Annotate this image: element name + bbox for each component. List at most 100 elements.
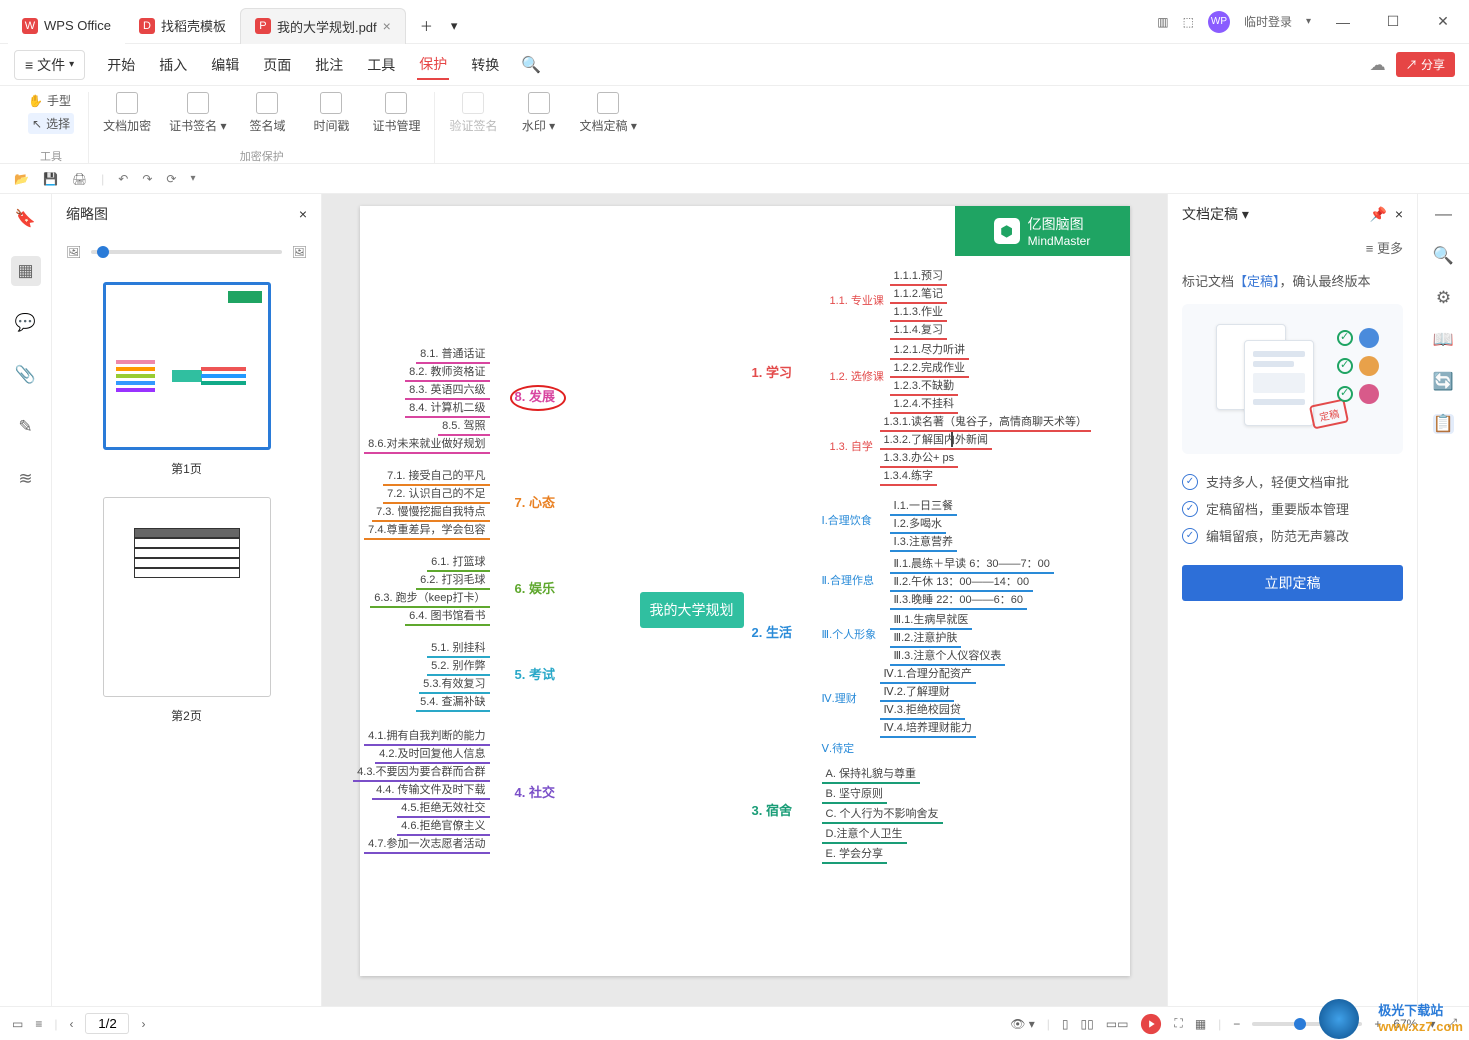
menu-edit[interactable]: 编辑	[209, 51, 241, 79]
page-input[interactable]	[85, 1013, 129, 1034]
search-icon[interactable]: 🔍	[521, 55, 541, 75]
convert-icon[interactable]: 🔄	[1433, 372, 1454, 392]
watermark-icon	[528, 92, 550, 114]
thumb-size-slider[interactable]	[91, 250, 282, 254]
cert-mgr-button[interactable]: 证书管理	[372, 92, 420, 134]
eye-icon[interactable]: 👁 ▾	[1010, 1017, 1035, 1031]
watermark-button[interactable]: 水印 ▾	[516, 92, 562, 134]
save-icon[interactable]: 💾	[43, 172, 58, 186]
fit-width-icon[interactable]: ⛶	[1174, 1016, 1182, 1031]
settings-icon[interactable]: ⚙	[1436, 288, 1451, 308]
close-panel-button[interactable]: ×	[1395, 206, 1403, 222]
leaf: 1.1.3.作业	[890, 302, 948, 322]
view-double[interactable]: ▭▭	[1106, 1017, 1129, 1031]
next-page-button[interactable]: ›	[141, 1017, 145, 1031]
redo-icon[interactable]: ↷	[142, 172, 152, 186]
menu-tools[interactable]: 工具	[365, 51, 397, 79]
menu-annotate[interactable]: 批注	[313, 51, 345, 79]
leaf: 1.2.2.完成作业	[890, 358, 970, 378]
finalize-cta-button[interactable]: 立即定稿	[1182, 565, 1403, 601]
encrypt-group-label: 加密保护	[240, 148, 284, 164]
image-small-icon[interactable]: 🖼	[66, 245, 81, 259]
share-button[interactable]: ↗ 分享	[1396, 52, 1455, 77]
attachment-icon[interactable]: 📎	[11, 360, 41, 390]
pdf-icon: P	[255, 18, 271, 34]
login-dropdown-icon[interactable]: ▾	[1306, 16, 1311, 27]
tab-templates[interactable]: D 找稻壳模板	[125, 8, 240, 44]
refresh-icon[interactable]: ⟳	[166, 172, 176, 186]
close-window-button[interactable]: ✕	[1425, 13, 1461, 30]
sign-field-button[interactable]: 签名域	[244, 92, 290, 134]
close-thumbnails-button[interactable]: ×	[299, 206, 307, 222]
leaf: 7.2. 认识自己的不足	[383, 484, 489, 504]
new-tab-button[interactable]: ＋	[406, 8, 447, 44]
user-avatar[interactable]: WP	[1208, 11, 1230, 33]
pin-icon[interactable]: 📌	[1370, 206, 1387, 222]
leaf: Ⅱ.2.午休 13：00——14：00	[890, 572, 1034, 592]
menu-convert[interactable]: 转换	[469, 51, 501, 79]
tab-document[interactable]: P 我的大学规划.pdf ×	[240, 8, 406, 44]
leaf: Ⅲ.3.注意个人仪容仪表	[890, 646, 1006, 666]
ribbon: ✋手型 ↖选择 工具 文档加密 证书签名 ▾ 签名域 时间戳 证书管理 加密保护…	[0, 86, 1469, 164]
file-menu[interactable]: ≡ 文件 ▾	[14, 50, 85, 80]
close-tab-button[interactable]: ×	[383, 18, 391, 34]
finalize-panel-header: 文档定稿 ▾ 📌 ×	[1168, 194, 1417, 234]
maximize-button[interactable]: ☐	[1375, 13, 1411, 30]
verify-sign-button[interactable]: 验证签名	[449, 92, 497, 134]
comment-icon[interactable]: 💬	[11, 308, 41, 338]
menu-protect[interactable]: 保护	[417, 50, 449, 80]
edit-icon[interactable]: ✎	[11, 412, 41, 442]
finalize-button[interactable]: 文档定稿 ▾	[580, 92, 637, 134]
minimize-button[interactable]: —	[1325, 14, 1361, 30]
zoom-out-button[interactable]: −	[1233, 1017, 1240, 1031]
cloud-sync-icon[interactable]: ☁	[1370, 55, 1386, 75]
left-rail: 🔖 ▦ 💬 📎 ✎ ≋	[0, 194, 52, 1006]
panel-icon[interactable]: ▥	[1157, 15, 1168, 29]
leaf: 1.1.2.笔记	[890, 284, 948, 304]
view-scroll-icon[interactable]: ≡	[35, 1017, 42, 1031]
page-thumb-1[interactable]: 第1页	[64, 282, 309, 477]
tab-home[interactable]: W WPS Office	[8, 8, 125, 44]
collapse-icon[interactable]: —	[1435, 204, 1452, 224]
timestamp-button[interactable]: 时间戳	[308, 92, 354, 134]
print-icon[interactable]: 🖨	[72, 172, 87, 186]
finalize-panel-title: 文档定稿	[1182, 206, 1238, 222]
view-single-icon[interactable]: ▭	[12, 1017, 23, 1031]
login-status[interactable]: 临时登录	[1244, 13, 1292, 30]
brand-name-cn: 亿图脑图	[1028, 214, 1091, 234]
image-large-icon[interactable]: 🖼	[292, 245, 307, 259]
play-icon[interactable]	[1140, 1013, 1162, 1035]
view-continuous[interactable]: ▯▯	[1081, 1017, 1094, 1031]
finalize-rail-icon[interactable]: 📋	[1433, 414, 1454, 434]
subbranch-selfstudy: 1.3. 自学	[830, 438, 873, 454]
select-tool[interactable]: ↖选择	[28, 113, 74, 134]
book-icon[interactable]: 📖	[1433, 330, 1454, 350]
encrypt-label: 文档加密	[103, 117, 151, 134]
thumb-preview-1	[103, 282, 271, 450]
encrypt-button[interactable]: 文档加密	[103, 92, 151, 134]
prev-page-button[interactable]: ‹	[69, 1017, 73, 1031]
leaf: C. 个人行为不影响舍友	[822, 804, 943, 824]
page-view[interactable]: ⬢ 亿图脑图 MindMaster 我的大学规划 1. 学习 1.1. 专业课 …	[322, 194, 1167, 1006]
thumbnails-icon[interactable]: ▦	[11, 256, 41, 286]
tab-dropdown[interactable]: ▾	[447, 8, 462, 44]
zoom-icon[interactable]: 🔍	[1433, 246, 1454, 266]
leaf: Ⅲ.2.注意护肤	[890, 628, 962, 648]
grid-icon[interactable]: ▦	[1195, 1017, 1206, 1031]
cert-sign-button[interactable]: 证书签名 ▾	[169, 92, 226, 134]
bookmark-icon[interactable]: 🔖	[11, 204, 41, 234]
page-thumb-2[interactable]: 第2页	[64, 497, 309, 724]
leaf: 4.6.拒绝官僚主义	[397, 816, 489, 836]
menu-page[interactable]: 页面	[261, 51, 293, 79]
open-icon[interactable]: 📂	[14, 172, 29, 186]
view-single[interactable]: ▯	[1062, 1017, 1069, 1031]
box-icon[interactable]: ⬚	[1183, 15, 1194, 29]
leaf: 8.3. 英语四六级	[405, 380, 489, 400]
undo-icon[interactable]: ↶	[118, 172, 128, 186]
layers-icon[interactable]: ≋	[11, 464, 41, 494]
qbar-dropdown-icon[interactable]: ▾	[190, 173, 195, 184]
hand-tool[interactable]: ✋手型	[28, 92, 71, 109]
menu-insert[interactable]: 插入	[157, 51, 189, 79]
menu-start[interactable]: 开始	[105, 51, 137, 79]
more-link[interactable]: ≡ 更多	[1168, 234, 1417, 257]
